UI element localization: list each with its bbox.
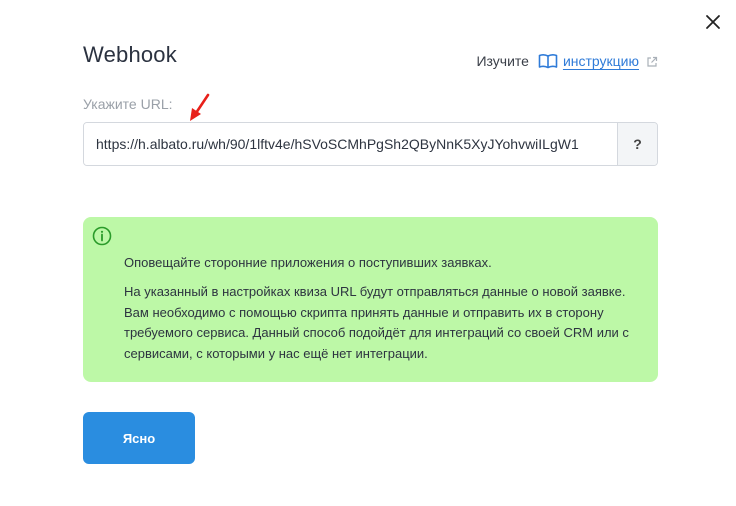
url-help-button[interactable]: ? <box>617 123 657 165</box>
info-box: Оповещайте сторонние приложения о поступ… <box>83 217 658 382</box>
annotation-arrow <box>190 93 210 121</box>
external-link-icon <box>646 55 658 67</box>
info-circle-icon <box>92 226 112 246</box>
ok-button[interactable]: Ясно <box>83 412 195 464</box>
instructions-link[interactable]: инструкцию <box>563 53 639 69</box>
book-icon[interactable] <box>538 53 558 69</box>
close-icon[interactable] <box>703 12 723 32</box>
help-prefix: Изучите <box>476 53 529 69</box>
help-link-row: Изучите инструкцию <box>476 53 658 69</box>
url-label: Укажите URL: <box>83 96 173 112</box>
url-field-group: ? <box>83 122 658 166</box>
url-input[interactable] <box>84 123 617 165</box>
info-summary: Оповещайте сторонние приложения о поступ… <box>124 255 492 270</box>
info-description: На указанный в настройках квиза URL буду… <box>124 284 629 361</box>
dialog-title: Webhook <box>83 42 177 67</box>
